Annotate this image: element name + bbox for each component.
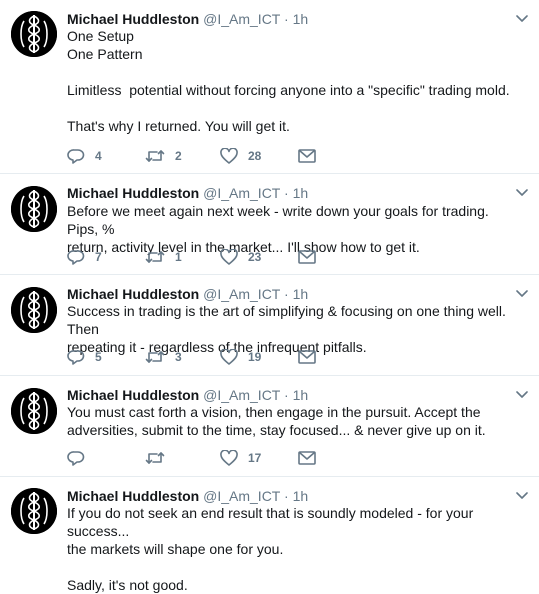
tweet-text: You must cast forth a vision, then engag… [67,404,486,438]
chevron-down-icon[interactable] [516,14,528,24]
envelope-icon [298,149,316,163]
avatar[interactable] [11,287,57,333]
reply-icon [67,148,85,164]
timestamp[interactable]: 1h [293,185,309,201]
tweet-text: One Setup One Pattern Limitless potentia… [67,28,510,134]
timestamp[interactable]: 1h [293,488,309,504]
tweet-actions: 7 1 23 [67,249,316,265]
author-handle[interactable]: @I_Am_ICT [203,11,280,27]
like-count: 19 [248,350,262,364]
tweet[interactable]: Michael Huddleston @I_Am_ICT · 1h One Se… [0,0,539,174]
heart-icon [220,148,238,164]
like-button[interactable]: 23 [220,249,298,265]
heart-icon [220,349,238,365]
tweet[interactable]: Michael Huddleston @I_Am_ICT · 1h You mu… [0,376,539,477]
retweet-icon [145,349,165,365]
dm-button[interactable] [298,451,316,465]
separator-dot: · [284,387,289,403]
retweet-count: 1 [175,250,182,264]
author-handle[interactable]: @I_Am_ICT [203,488,280,504]
chevron-down-icon[interactable] [516,491,528,501]
chevron-down-icon[interactable] [516,390,528,400]
reply-count: 4 [95,149,102,163]
tweet-text: Success in trading is the art of simplif… [67,303,506,355]
retweet-count: 2 [175,149,182,163]
timestamp[interactable]: 1h [293,387,309,403]
author-name[interactable]: Michael Huddleston [67,185,199,201]
tweet-text: Before we meet again next week - write d… [67,203,489,255]
author-name[interactable]: Michael Huddleston [67,286,199,302]
retweet-button[interactable] [145,450,220,466]
retweet-icon [145,148,165,164]
author-handle[interactable]: @I_Am_ICT [203,286,280,302]
tweet-header: Michael Huddleston @I_Am_ICT · 1h [67,488,308,504]
reply-icon [67,349,85,365]
tweet[interactable]: Michael Huddleston @I_Am_ICT · 1h Before… [0,174,539,275]
dm-button[interactable] [298,350,316,364]
like-count: 28 [248,149,262,163]
tweet-actions: 17 [67,450,316,466]
author-handle[interactable]: @I_Am_ICT [203,387,280,403]
avatar[interactable] [11,388,57,434]
separator-dot: · [284,286,289,302]
timestamp[interactable]: 1h [293,11,309,27]
separator-dot: · [284,11,289,27]
avatar[interactable] [11,488,57,534]
tweet[interactable]: Michael Huddleston @I_Am_ICT · 1h If you… [0,477,539,593]
tweet-header: Michael Huddleston @I_Am_ICT · 1h [67,185,308,201]
tweet-text: If you do not seek an end result that is… [67,505,474,593]
envelope-icon [298,451,316,465]
tweet-actions: 4 2 28 [67,148,316,164]
chevron-down-icon[interactable] [516,188,528,198]
tweet-header: Michael Huddleston @I_Am_ICT · 1h [67,11,308,27]
retweet-button[interactable]: 2 [145,148,220,164]
avatar[interactable] [11,186,57,232]
author-name[interactable]: Michael Huddleston [67,387,199,403]
author-name[interactable]: Michael Huddleston [67,11,199,27]
reply-count: 7 [95,250,102,264]
heart-icon [220,450,238,466]
heart-icon [220,249,238,265]
separator-dot: · [284,185,289,201]
author-handle[interactable]: @I_Am_ICT [203,185,280,201]
tweet-header: Michael Huddleston @I_Am_ICT · 1h [67,387,308,403]
like-button[interactable]: 28 [220,148,298,164]
retweet-count: 3 [175,350,182,364]
like-count: 23 [248,250,262,264]
reply-count: 5 [95,350,102,364]
envelope-icon [298,350,316,364]
reply-button[interactable]: 5 [67,349,145,365]
reply-button[interactable]: 7 [67,249,145,265]
tweet[interactable]: Michael Huddleston @I_Am_ICT · 1h Succes… [0,275,539,376]
reply-icon [67,450,85,466]
reply-button[interactable]: 4 [67,148,145,164]
author-name[interactable]: Michael Huddleston [67,488,199,504]
retweet-icon [145,249,165,265]
tweet-actions: 5 3 19 [67,349,316,365]
reply-icon [67,249,85,265]
dm-button[interactable] [298,250,316,264]
timestamp[interactable]: 1h [293,286,309,302]
reply-button[interactable] [67,450,145,466]
retweet-button[interactable]: 3 [145,349,220,365]
avatar[interactable] [11,11,57,57]
like-button[interactable]: 19 [220,349,298,365]
tweet-header: Michael Huddleston @I_Am_ICT · 1h [67,286,308,302]
retweet-icon [145,450,165,466]
retweet-button[interactable]: 1 [145,249,220,265]
dm-button[interactable] [298,149,316,163]
separator-dot: · [284,488,289,504]
chevron-down-icon[interactable] [516,289,528,299]
like-count: 17 [248,451,262,465]
like-button[interactable]: 17 [220,450,298,466]
envelope-icon [298,250,316,264]
